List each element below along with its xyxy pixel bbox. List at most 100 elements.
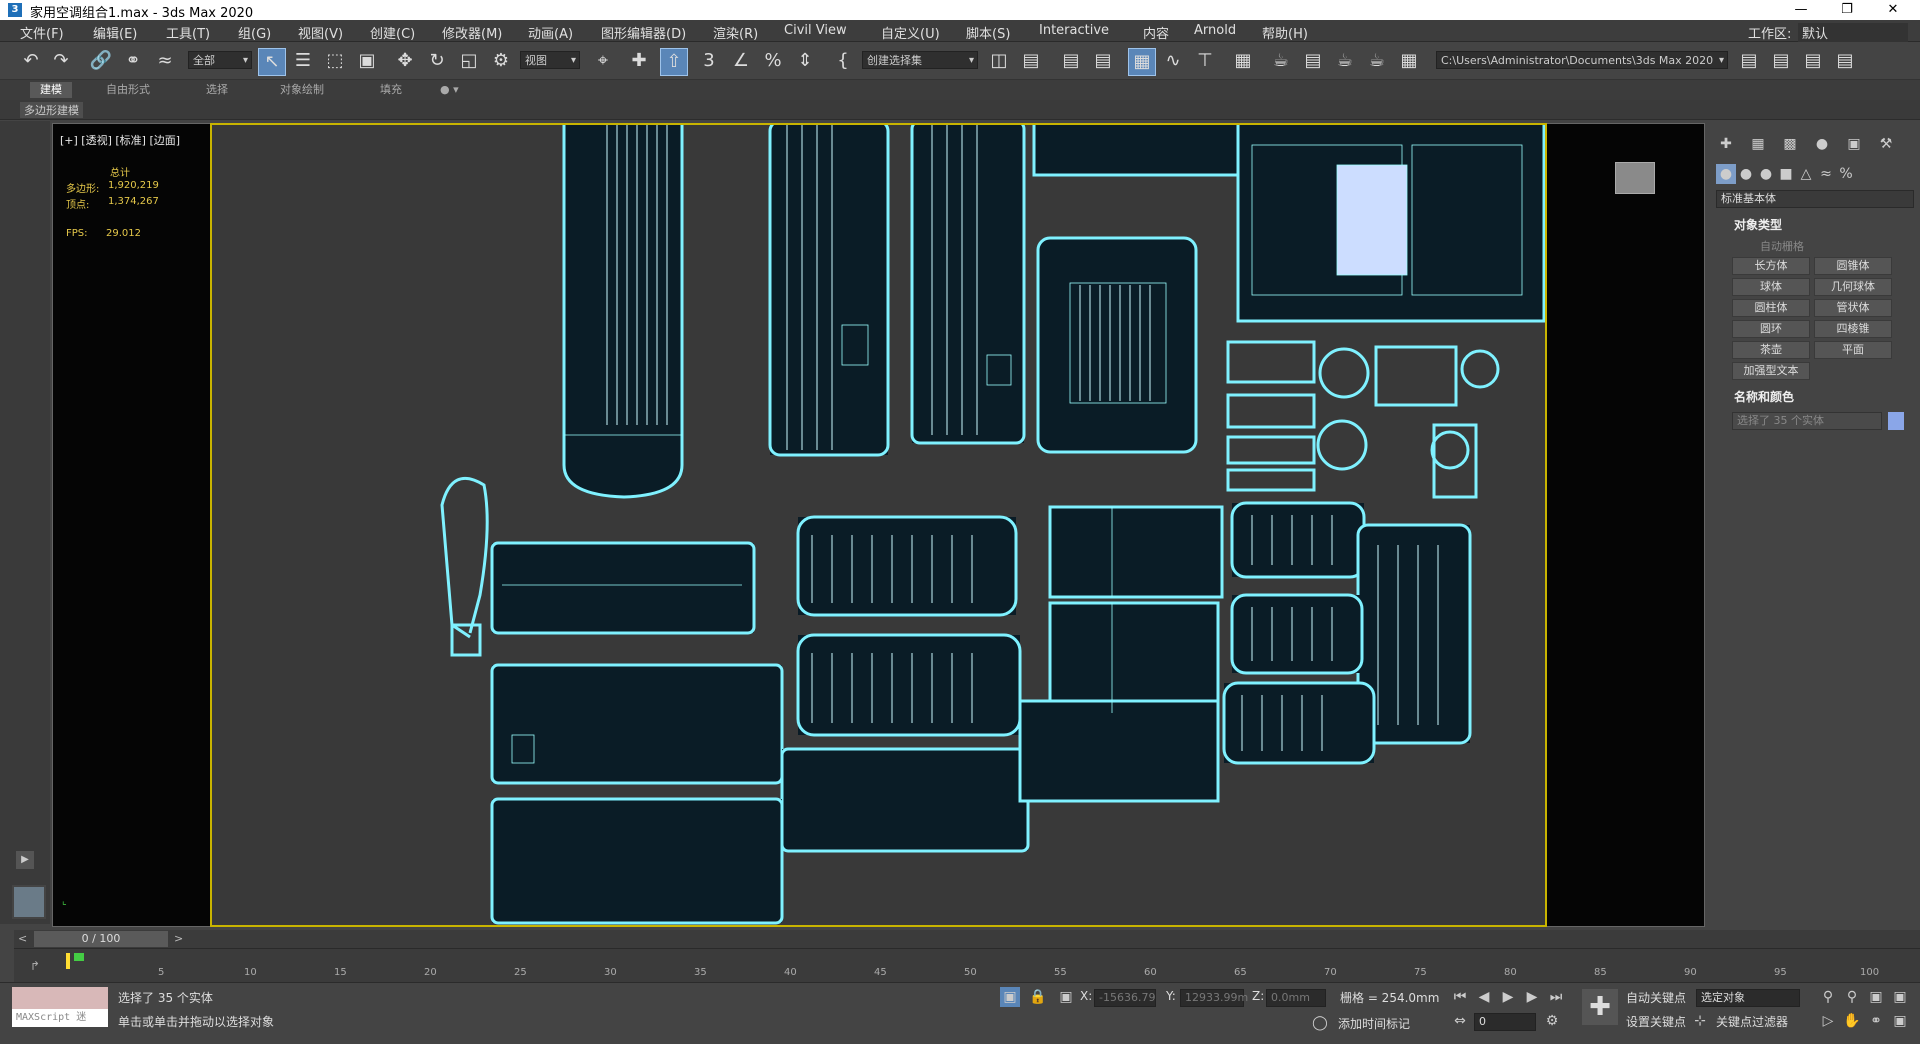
next-key-icon[interactable]: ▶	[1522, 987, 1542, 1007]
category-dropdown[interactable]: 标准基本体	[1716, 190, 1914, 208]
menu-create[interactable]: 创建(C)	[370, 23, 415, 42]
x-coordinate-field[interactable]: -15636.79	[1094, 989, 1156, 1007]
time-config-icon[interactable]: ⚙	[1542, 1011, 1562, 1031]
render-cloud-icon[interactable]: ☕	[1364, 48, 1390, 74]
rendered-frame-icon[interactable]: ▤	[1300, 48, 1326, 74]
menu-edit[interactable]: 编辑(E)	[93, 23, 137, 42]
align-icon[interactable]: ▤	[1018, 48, 1044, 74]
minimize-button[interactable]: —	[1778, 0, 1824, 20]
spinner-snap-icon[interactable]: ⇕	[792, 48, 818, 74]
menu-animation[interactable]: 动画(A)	[528, 23, 573, 42]
tab-modeling[interactable]: 建模	[30, 82, 72, 98]
snaps-toggle-icon[interactable]: 3	[696, 48, 722, 74]
pyramid-button[interactable]: 四棱锥	[1814, 320, 1892, 338]
pivot-center-icon[interactable]: ⌖	[590, 48, 616, 74]
systems-icon[interactable]: %	[1836, 164, 1856, 184]
timeline-toggle-icon[interactable]: ↱	[30, 959, 40, 973]
orbit-icon[interactable]: ⚭	[1866, 1011, 1886, 1031]
menu-help[interactable]: 帮助(H)	[1262, 23, 1308, 42]
mirror-icon[interactable]: ◫	[986, 48, 1012, 74]
open-explorer-icon[interactable]: ▤	[1736, 48, 1762, 74]
geosphere-button[interactable]: 几何球体	[1814, 278, 1892, 296]
z-coordinate-field[interactable]: 0.0mm	[1266, 989, 1326, 1007]
timeline-track[interactable]: ↱ 5 10 15 20 25 30 35 40 45 50 55 60 65 …	[14, 948, 1920, 982]
toggle-ribbon-icon[interactable]: ▦	[1128, 48, 1156, 76]
auto-key-button[interactable]: 自动关键点	[1626, 989, 1686, 1006]
next-frame-icon[interactable]: >	[174, 932, 183, 945]
autogrid-checkbox[interactable]: 自动栅格	[1760, 238, 1804, 254]
create-tab-icon[interactable]: ✚	[1716, 134, 1736, 154]
air-conditioner-wireframe-models[interactable]	[212, 119, 1546, 925]
select-object-icon[interactable]: ↖	[258, 48, 286, 76]
rect-selection-icon[interactable]: ⬚	[322, 48, 348, 74]
scale-icon[interactable]: ◱	[456, 48, 482, 74]
cameras-icon[interactable]: ■	[1776, 164, 1796, 184]
rotate-icon[interactable]: ↻	[424, 48, 450, 74]
named-selection-set-dropdown[interactable]: 创建选择集	[862, 51, 978, 70]
menu-file[interactable]: 文件(F)	[20, 23, 64, 42]
expand-layouts-icon[interactable]: ▶	[16, 851, 34, 869]
box-button[interactable]: 长方体	[1732, 257, 1810, 275]
motion-tab-icon[interactable]: ●	[1812, 134, 1832, 154]
undo-icon[interactable]: ↶	[18, 48, 44, 74]
maximize-viewport-icon[interactable]: ▣	[1890, 1011, 1910, 1031]
menu-scripting[interactable]: 脚本(S)	[966, 23, 1010, 42]
selection-lock-icon[interactable]: 🔒	[1028, 987, 1048, 1007]
menu-arnold[interactable]: Arnold	[1194, 23, 1236, 38]
edit-named-sets-icon[interactable]: {	[830, 48, 856, 74]
cylinder-button[interactable]: 圆柱体	[1732, 299, 1810, 317]
schematic-view-icon[interactable]: ⊤	[1192, 48, 1218, 74]
prev-frame-icon[interactable]: <	[18, 932, 27, 945]
display-tab-icon[interactable]: ▣	[1844, 134, 1864, 154]
cone-button[interactable]: 圆锥体	[1814, 257, 1892, 275]
percent-snap-icon[interactable]: %	[760, 48, 786, 74]
name-color-header[interactable]: 名称和颜色	[1734, 388, 1794, 405]
helpers-icon[interactable]: △	[1796, 164, 1816, 184]
torus-button[interactable]: 圆环	[1732, 320, 1810, 338]
keyboard-shortcut-override-icon[interactable]: ⇧	[660, 48, 688, 76]
menu-group[interactable]: 组(G)	[238, 23, 271, 42]
isolate-selection-icon[interactable]: ▣	[1000, 987, 1020, 1007]
current-frame-field[interactable]: 0	[1474, 1013, 1536, 1031]
modify-tab-icon[interactable]: ▦	[1748, 134, 1768, 154]
zoom-extents-icon[interactable]: ▣	[1866, 987, 1886, 1007]
prev-key-icon[interactable]: ◀	[1474, 987, 1494, 1007]
safe-frame-area[interactable]	[210, 119, 1547, 927]
project-folder-dropdown[interactable]: C:\Users\Administrator\Documents\3ds Max…	[1436, 51, 1728, 70]
render-setup-icon[interactable]: ☕	[1268, 48, 1294, 74]
viewcube-icon[interactable]	[1615, 162, 1655, 194]
polygon-modeling-label[interactable]: 多边形建模	[20, 102, 83, 118]
window-crossing-icon[interactable]: ▣	[354, 48, 380, 74]
key-filter-dropdown[interactable]: 选定对象	[1696, 989, 1800, 1007]
pan-icon[interactable]: ✋	[1842, 1011, 1862, 1031]
object-color-swatch[interactable]	[1888, 412, 1904, 430]
material-editor-icon[interactable]: ▦	[1230, 48, 1256, 74]
selection-filter-dropdown[interactable]: 全部	[188, 51, 252, 70]
menu-graph-editors[interactable]: 图形编辑器(D)	[601, 23, 686, 42]
goto-end-icon[interactable]: ⏭	[1546, 987, 1566, 1007]
tab-populate[interactable]: 填充	[370, 82, 412, 98]
redo-icon[interactable]: ↷	[48, 48, 74, 74]
maxscript-mini-listener[interactable]: MAXScript 迷	[12, 1009, 108, 1027]
ribbon-options-icon[interactable]: ● ▾	[430, 82, 469, 98]
select-by-name-icon[interactable]: ☰	[290, 48, 316, 74]
hierarchy-tab-icon[interactable]: ▩	[1780, 134, 1800, 154]
object-name-field[interactable]: 选择了 35 个实体	[1732, 412, 1882, 430]
curve-editor-icon[interactable]: ∿	[1160, 48, 1186, 74]
viewport-label-menu[interactable]: [+] [透视] [标准] [边面]	[60, 132, 180, 148]
set-project-icon[interactable]: ▤	[1768, 48, 1794, 74]
y-coordinate-field[interactable]: 12933.99m	[1180, 989, 1248, 1007]
set-key-icon[interactable]: ✚	[1582, 989, 1618, 1025]
menu-civil-view[interactable]: Civil View	[784, 23, 847, 38]
menu-customize[interactable]: 自定义(U)	[881, 23, 940, 42]
lights-icon[interactable]: ●	[1756, 164, 1776, 184]
geometry-icon[interactable]: ●	[1716, 164, 1736, 184]
set-key-button[interactable]: 设置关键点	[1626, 1013, 1686, 1030]
play-icon[interactable]: ▶	[1498, 987, 1518, 1007]
layer-explorer-icon[interactable]: ▤	[1090, 48, 1116, 74]
key-filters-icon[interactable]: ⊹	[1690, 1011, 1710, 1031]
place-icon[interactable]: ⚙	[488, 48, 514, 74]
tab-object-paint[interactable]: 对象绘制	[270, 82, 334, 98]
maxscript-listener-pink[interactable]	[12, 987, 108, 1009]
teapot-button[interactable]: 茶壶	[1732, 341, 1810, 359]
